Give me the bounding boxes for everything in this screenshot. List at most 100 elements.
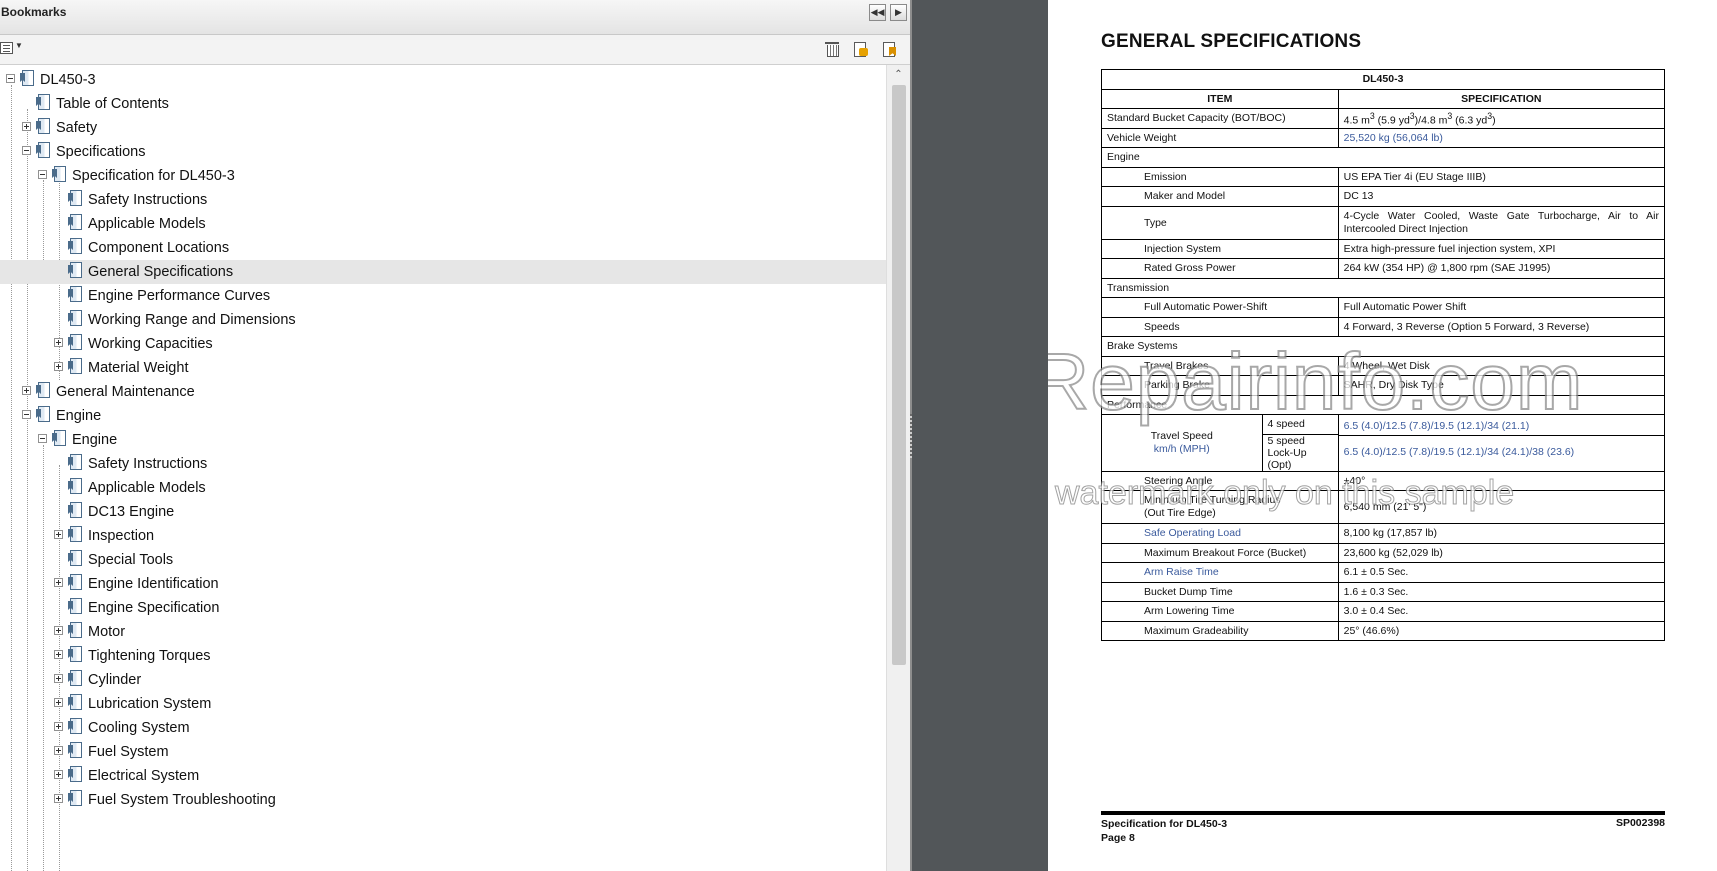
tree-item-tightening-torques[interactable]: Tightening Torques <box>0 644 886 668</box>
cell-text: (5.9 yd <box>1374 114 1410 126</box>
tree-item-label: Engine <box>56 408 102 424</box>
tree-collapse-toggle[interactable] <box>22 146 31 155</box>
table-cell: DC 13 <box>1337 186 1666 207</box>
tree-item-motor[interactable]: Motor <box>0 620 886 644</box>
tree-item-engine-specification[interactable]: Engine Specification <box>0 596 886 620</box>
tree-item-general-maintenance[interactable]: General Maintenance <box>0 380 886 404</box>
bookmark-icon <box>70 454 82 470</box>
tree-collapse-toggle[interactable] <box>6 74 15 83</box>
scroll-up-icon[interactable]: ⌃ <box>891 69 906 81</box>
tree-item-label: Working Capacities <box>88 336 213 352</box>
bookmark-icon <box>70 214 82 230</box>
table-row: Emission US EPA Tier 4i (EU Stage IIIB) <box>1101 166 1666 187</box>
tree-item-label: Fuel System <box>88 744 169 760</box>
tree-item-specifications[interactable]: Specifications <box>0 140 886 164</box>
table-row: ITEM SPECIFICATION <box>1101 88 1666 109</box>
tree-item-label: Electrical System <box>88 768 200 784</box>
tree-item-engine[interactable]: Engine <box>0 428 886 452</box>
new-bookmark-icon[interactable] <box>880 40 898 58</box>
tree-item-electrical-system[interactable]: Electrical System <box>0 764 886 788</box>
tree-collapse-toggle[interactable] <box>38 434 47 443</box>
tree-item-specification-for-dl450-3[interactable]: Specification for DL450-3 <box>0 164 886 188</box>
tree-item-general-specifications[interactable]: General Specifications <box>0 260 886 284</box>
tree-item-engine-applicable-models[interactable]: Applicable Models <box>0 476 886 500</box>
table-cell: 25,520 kg (56,064 lb) <box>1337 127 1666 148</box>
page-footer-left: Specification for DL450-3 Page 8 <box>1101 817 1227 845</box>
tree-expand-toggle[interactable] <box>22 122 31 131</box>
cell-text: )/4.8 m <box>1414 114 1448 126</box>
tree-expand-toggle[interactable] <box>54 794 63 803</box>
tree-expand-toggle[interactable] <box>54 578 63 587</box>
table-cell: 3.0 ± 0.4 Sec. <box>1337 601 1666 622</box>
tree-item-working-capacities[interactable]: Working Capacities <box>0 332 886 356</box>
tree-item-engine-section[interactable]: Engine <box>0 404 886 428</box>
table-row: Rated Gross Power 264 kW (354 HP) @ 1,80… <box>1101 258 1666 279</box>
expand-current-bookmark-icon[interactable] <box>851 40 869 58</box>
tree-item-engine-identification[interactable]: Engine Identification <box>0 572 886 596</box>
watermark-caption: watermark only on this sample <box>1054 474 1515 513</box>
cell-text: 4.5 m <box>1343 114 1370 126</box>
bookmark-options-button[interactable]: ▼ <box>0 41 23 57</box>
tree-expand-toggle[interactable] <box>54 650 63 659</box>
tree-item-cooling-system[interactable]: Cooling System <box>0 716 886 740</box>
tree-item-table-of-contents[interactable]: Table of Contents <box>0 92 886 116</box>
bookmarks-scrollbar[interactable]: ⌃ <box>886 65 910 871</box>
tree-expand-toggle[interactable] <box>54 722 63 731</box>
table-cell: Type <box>1101 205 1339 240</box>
tree-expand-toggle[interactable] <box>54 770 63 779</box>
table-row: Speeds 4 Forward, 3 Reverse (Option 5 Fo… <box>1101 316 1666 337</box>
tree-expand-toggle[interactable] <box>54 626 63 635</box>
tree-item-label: Applicable Models <box>88 480 206 496</box>
tree-item-label: Inspection <box>88 528 155 544</box>
tree-expand-toggle[interactable] <box>54 674 63 683</box>
tree-item-label: Working Range and Dimensions <box>88 312 296 328</box>
tree-item-safety-instructions[interactable]: Safety Instructions <box>0 188 886 212</box>
table-row: Maker and Model DC 13 <box>1101 186 1666 207</box>
bookmark-icon <box>22 70 34 86</box>
tree-item-material-weight[interactable]: Material Weight <box>0 356 886 380</box>
tree-item-lubrication-system[interactable]: Lubrication System <box>0 692 886 716</box>
bookmarks-title: Bookmarks <box>1 5 67 19</box>
table-cell: Extra high-pressure fuel injection syste… <box>1337 238 1666 259</box>
tree-item-dc13-engine[interactable]: DC13 Engine <box>0 500 886 524</box>
collapse-panel-icon[interactable]: ◀◀ <box>869 4 886 21</box>
tree-item-label: Special Tools <box>88 552 174 568</box>
table-cell: 4.5 m3 (5.9 yd3)/4.8 m3 (6.3 yd3) <box>1337 108 1666 129</box>
tree-item-special-tools[interactable]: Special Tools <box>0 548 886 572</box>
tree-expand-toggle[interactable] <box>54 698 63 707</box>
tree-item-engine-performance-curves[interactable]: Engine Performance Curves <box>0 284 886 308</box>
tree-expand-toggle[interactable] <box>22 386 31 395</box>
tree-item-label: Safety <box>56 120 98 136</box>
bookmark-icon <box>70 646 82 662</box>
tree-collapse-toggle[interactable] <box>38 170 47 179</box>
tree-item-label: DL450-3 <box>40 72 96 88</box>
tree-expand-toggle[interactable] <box>54 338 63 347</box>
tree-item-fuel-system[interactable]: Fuel System <box>0 740 886 764</box>
table-row: Bucket Dump Time 1.6 ± 0.3 Sec. <box>1101 581 1666 602</box>
tree-expand-toggle[interactable] <box>54 362 63 371</box>
tree-item-working-range-and-dimensions[interactable]: Working Range and Dimensions <box>0 308 886 332</box>
scrollbar-thumb[interactable] <box>892 85 906 665</box>
tree-item-safety[interactable]: Safety <box>0 116 886 140</box>
tree-item-dl450-3[interactable]: DL450-3 <box>0 68 886 92</box>
tree-item-applicable-models[interactable]: Applicable Models <box>0 212 886 236</box>
column-header-item: ITEM <box>1101 88 1339 109</box>
expand-panel-icon[interactable]: ▶ <box>890 4 907 21</box>
tree-item-cylinder[interactable]: Cylinder <box>0 668 886 692</box>
tree-collapse-toggle[interactable] <box>22 410 31 419</box>
cell-text: Travel Speed <box>1150 429 1213 442</box>
tree-item-engine-safety-instructions[interactable]: Safety Instructions <box>0 452 886 476</box>
bookmark-icon <box>70 670 82 686</box>
tree-expand-toggle[interactable] <box>54 530 63 539</box>
tree-item-inspection[interactable]: Inspection <box>0 524 886 548</box>
table-cell: US EPA Tier 4i (EU Stage IIIB) <box>1337 166 1666 187</box>
cell-text: Lock-Up (Opt) <box>1267 446 1307 471</box>
tree-item-component-locations[interactable]: Component Locations <box>0 236 886 260</box>
table-cell: 6.1 ± 0.5 Sec. <box>1337 562 1666 583</box>
bookmarks-panel: Bookmarks ◀◀ ▶ ▼ DL450-3 Table of Conten… <box>0 0 910 871</box>
tree-expand-toggle[interactable] <box>54 746 63 755</box>
tree-item-fuel-system-troubleshooting[interactable]: Fuel System Troubleshooting <box>0 788 886 812</box>
delete-bookmark-icon[interactable] <box>823 40 841 58</box>
options-list-icon <box>0 42 13 54</box>
splitter-grip[interactable] <box>910 414 912 458</box>
